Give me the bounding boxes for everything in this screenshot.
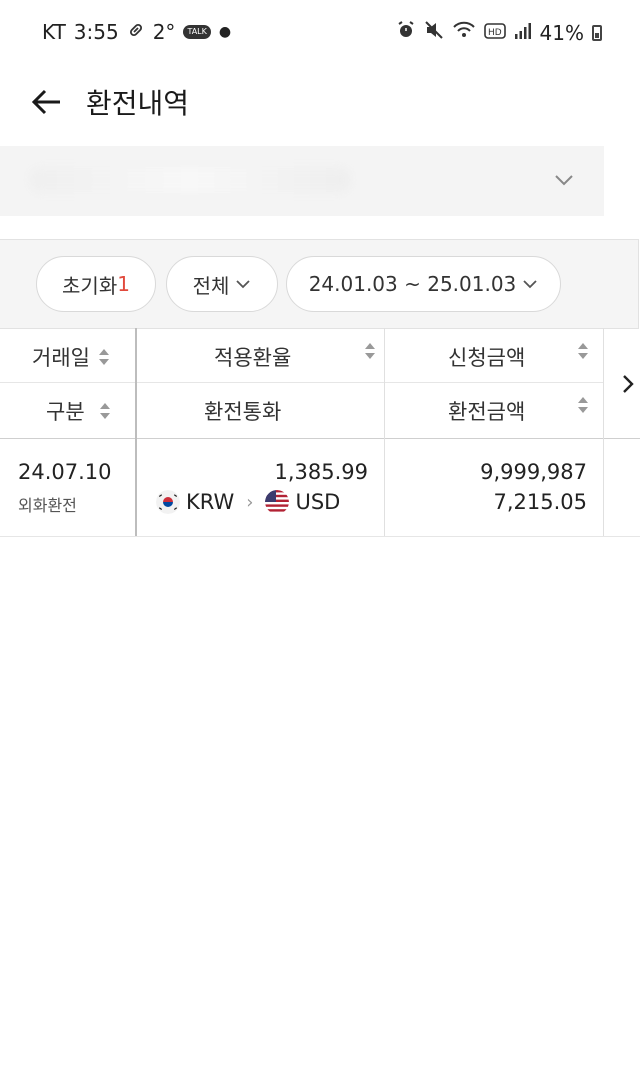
header-divider xyxy=(0,382,604,383)
header-request-amount-label: 신청금액 xyxy=(448,346,526,370)
column-divider xyxy=(384,438,385,536)
header-date-label: 거래일 xyxy=(32,346,90,370)
app-header: 환전내역 xyxy=(0,70,640,132)
carrier-label: KT xyxy=(42,20,66,44)
column-divider xyxy=(135,438,137,536)
sort-icon[interactable] xyxy=(577,396,589,414)
wifi-icon xyxy=(452,20,476,45)
reset-label: 초기화 xyxy=(62,273,118,298)
page-title: 환전내역 xyxy=(86,87,190,120)
korea-flag-icon xyxy=(156,490,180,514)
status-left: KT 3:55 2° TALK ● xyxy=(42,20,231,44)
table-row[interactable]: 24.07.10 외화환전 1,385.99 KRW › USD 9,999,9… xyxy=(0,438,640,537)
column-divider xyxy=(135,328,137,438)
header-rate-sort[interactable] xyxy=(356,342,376,360)
hd-icon: HD xyxy=(483,21,506,45)
from-currency: KRW xyxy=(186,490,235,514)
alarm-icon xyxy=(396,20,416,45)
header-exchange-amount: 환전금액 xyxy=(448,396,525,426)
row-exchange-amount: 7,215.05 xyxy=(493,490,587,514)
type-filter-label: 전체 xyxy=(192,273,230,298)
header-currency: 환전통화 xyxy=(204,396,281,426)
pill-icon xyxy=(127,21,145,43)
filter-bar: 초기화 1 전체 24.01.03 ~ 25.01.03 xyxy=(0,239,639,329)
account-redacted xyxy=(30,168,350,192)
header-currency-label: 환전통화 xyxy=(204,400,282,424)
status-right: HD 41% xyxy=(396,20,602,45)
back-button[interactable] xyxy=(26,80,70,124)
row-rate: 1,385.99 xyxy=(274,460,368,484)
header-category[interactable]: 구분 xyxy=(46,396,111,426)
to-currency: USD xyxy=(295,490,341,514)
chevron-right-icon: › xyxy=(246,491,254,513)
arrow-left-icon xyxy=(31,89,60,115)
scroll-right-button[interactable] xyxy=(614,368,640,400)
column-divider xyxy=(603,438,604,536)
column-divider xyxy=(603,328,604,438)
reset-filter-button[interactable]: 초기화 1 xyxy=(36,256,156,312)
header-exchange-amount-label: 환전금액 xyxy=(448,400,526,424)
us-flag-icon xyxy=(265,490,290,514)
sort-icon[interactable] xyxy=(577,342,589,360)
sort-icon[interactable] xyxy=(364,342,376,360)
mute-icon xyxy=(424,20,444,45)
row-type: 외화환전 xyxy=(18,496,77,515)
sort-icon[interactable] xyxy=(99,402,111,420)
signal-icon xyxy=(514,21,532,45)
header-category-label: 구분 xyxy=(46,400,85,424)
type-filter-dropdown[interactable]: 전체 xyxy=(166,256,278,312)
header-rate-label: 적용환율 xyxy=(214,346,292,370)
header-date[interactable]: 거래일 xyxy=(32,342,110,372)
sort-icon[interactable] xyxy=(98,348,110,366)
header-rate: 적용환율 xyxy=(214,342,291,372)
header-exchange-sort[interactable] xyxy=(569,396,589,414)
dot-icon: ● xyxy=(218,24,232,40)
temperature: 2° xyxy=(152,20,176,44)
column-divider xyxy=(384,328,385,438)
chevron-down-icon[interactable] xyxy=(552,168,576,192)
kakaotalk-icon: TALK xyxy=(183,25,211,39)
chevron-right-icon xyxy=(623,375,634,393)
clock: 3:55 xyxy=(73,20,119,44)
date-range-dropdown[interactable]: 24.01.03 ~ 25.01.03 xyxy=(286,256,561,312)
account-selector[interactable] xyxy=(0,146,604,216)
chevron-down-icon xyxy=(523,280,537,289)
battery-icon xyxy=(592,24,602,41)
status-bar: KT 3:55 2° TALK ● HD 41% xyxy=(0,0,640,66)
chevron-down-icon xyxy=(236,280,251,289)
row-currency-pair: KRW › USD xyxy=(156,490,340,514)
battery-label: 41% xyxy=(539,20,584,45)
row-date: 24.07.10 xyxy=(18,460,112,484)
table-header: 거래일 적용환율 신청금액 구분 환전통화 환전금액 xyxy=(0,328,640,439)
date-range-label: 24.01.03 ~ 25.01.03 xyxy=(308,272,517,296)
header-request-amount: 신청금액 xyxy=(448,342,525,372)
reset-count: 1 xyxy=(117,272,130,296)
row-request-amount: 9,999,987 xyxy=(480,460,587,484)
svg-text:HD: HD xyxy=(488,28,502,38)
header-request-sort[interactable] xyxy=(569,342,589,360)
